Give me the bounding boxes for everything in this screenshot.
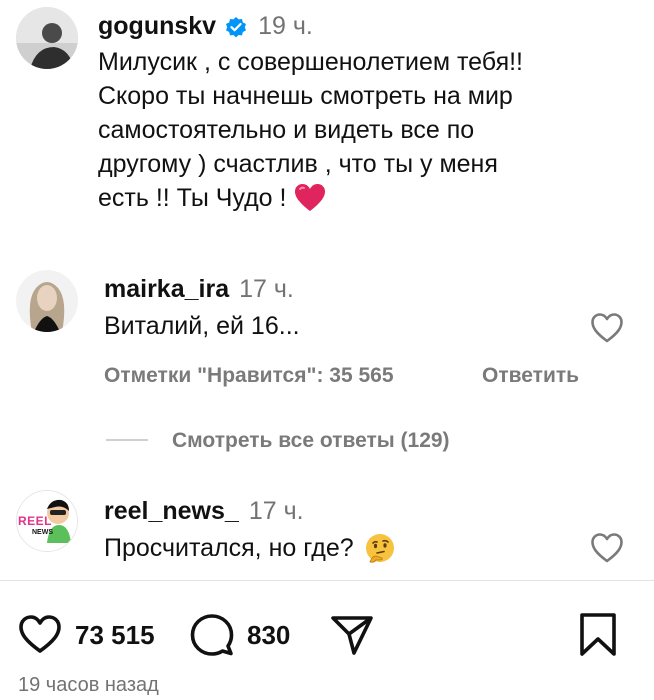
comment-time: 17 ч. [248, 497, 304, 525]
comments-count[interactable]: 830 [247, 620, 290, 651]
comment-like-heart-icon[interactable] [590, 312, 624, 344]
share-paper-plane-icon[interactable] [330, 614, 374, 656]
comment-text: Виталий, ей 16... [104, 312, 300, 340]
comment-username[interactable]: mairka_ira [104, 275, 229, 304]
caption-line: Скоро ты начнешь смотреть на мир [98, 82, 513, 110]
replies-divider [106, 439, 148, 441]
thinking-face-emoji-icon [364, 532, 396, 564]
reel-logo-text: REEL [18, 514, 53, 528]
reply-button[interactable]: Ответить [482, 364, 579, 388]
post-timestamp: 19 часов назад [18, 674, 159, 696]
caption-line: Милусик , с совершенолетием тебя!! [98, 48, 523, 76]
avatar-gogunskv[interactable] [16, 7, 78, 69]
caption-line-last: есть !! Ты Чудо ! [98, 181, 638, 215]
likes-count[interactable]: 73 515 [75, 620, 155, 651]
comment-header: mairka_ira 17 ч. [104, 275, 294, 304]
comment-username[interactable]: reel_news_ [104, 497, 239, 526]
caption-header: gogunskv 19 ч. [98, 12, 313, 41]
save-bookmark-icon[interactable] [578, 613, 618, 657]
news-logo-text: NEWS [32, 529, 53, 536]
caption-username[interactable]: gogunskv [98, 12, 216, 41]
comment-time: 17 ч. [239, 275, 294, 303]
caption-line: самостоятельно и видеть все по [98, 116, 475, 144]
action-bar-divider [0, 580, 654, 581]
comment-header: reel_news_ 17 ч. [104, 497, 304, 526]
comment-bubble-icon[interactable] [190, 613, 234, 657]
comment-text-row: Просчитался, но где? [104, 531, 396, 565]
caption-text: Милусик , с совершенолетием тебя!! Скоро… [98, 45, 638, 215]
verified-badge-icon [224, 15, 248, 39]
comment-text: Просчитался, но где? [104, 534, 354, 562]
caption-time: 19 ч. [258, 12, 313, 40]
comment-likes-count[interactable]: Отметки "Нравится": 35 565 [104, 364, 394, 388]
comment-like-heart-icon[interactable] [590, 532, 624, 564]
like-post-heart-icon[interactable] [18, 614, 62, 654]
red-heart-emoji-icon [294, 183, 326, 213]
view-replies-button[interactable]: Смотреть все ответы (129) [172, 429, 450, 453]
avatar-mairka-ira[interactable] [16, 270, 78, 332]
caption-line: другому ) счастлив , что ты у меня [98, 150, 498, 178]
caption-line-text: есть !! Ты Чудо ! [98, 184, 287, 212]
